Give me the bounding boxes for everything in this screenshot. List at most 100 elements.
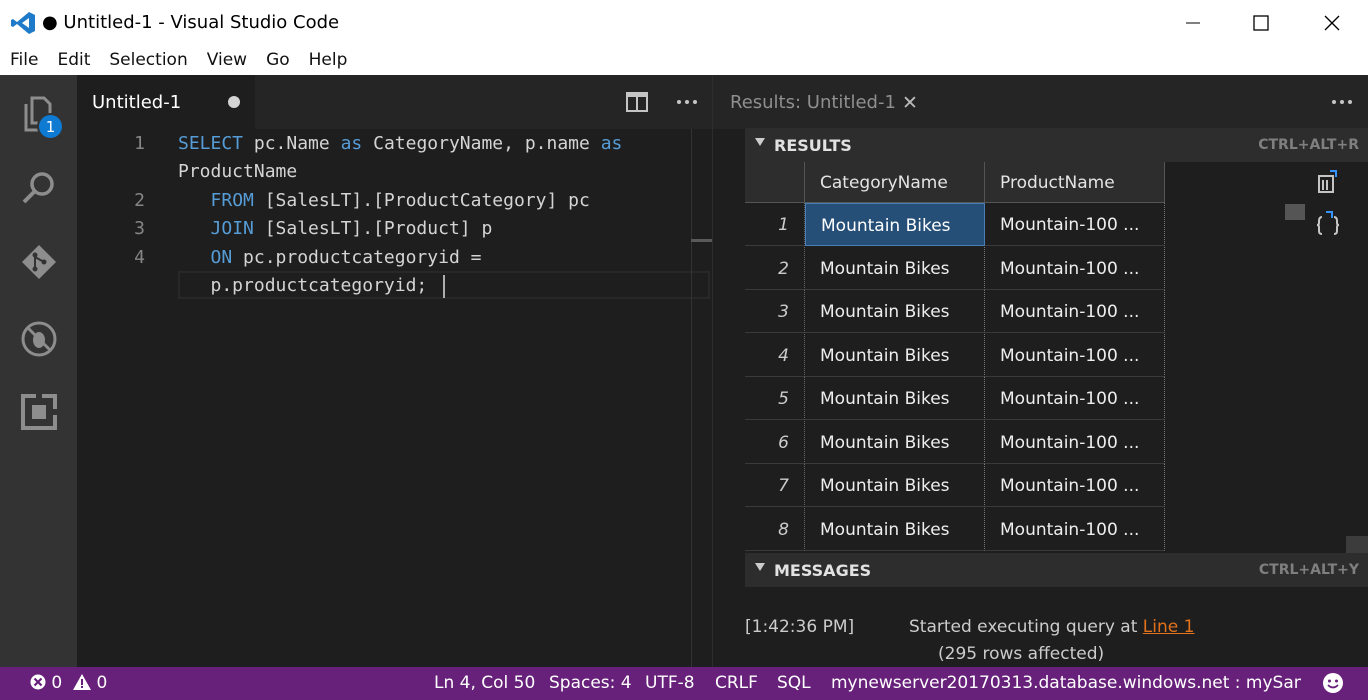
line-number: 2 xyxy=(134,190,145,211)
row-number-header xyxy=(745,162,805,203)
cell-productname[interactable]: Mountain-100 ... xyxy=(985,421,1165,464)
maximize-button[interactable] xyxy=(1226,0,1296,45)
line-number: 3 xyxy=(134,218,145,239)
column-header-categoryname[interactable]: CategoryName xyxy=(805,162,985,203)
warning-icon xyxy=(73,674,92,690)
close-icon xyxy=(1324,15,1340,30)
messages-section-header[interactable]: MESSAGES CTRL+ALT+Y xyxy=(745,553,1368,587)
row-number[interactable]: 5 xyxy=(745,377,805,420)
code-line: ON pc.productcategoryid = xyxy=(210,247,482,268)
cell-productname[interactable]: Mountain-100 ... xyxy=(985,290,1165,333)
save-as-json-icon[interactable] xyxy=(1316,211,1340,235)
cell-categoryname[interactable]: Mountain Bikes xyxy=(805,290,985,333)
debug-icon[interactable] xyxy=(20,320,58,358)
menu-help[interactable]: Help xyxy=(309,50,348,70)
close-window-button[interactable] xyxy=(1297,0,1367,45)
encoding-setting[interactable]: UTF-8 xyxy=(645,673,695,693)
activity-bar: 1 xyxy=(0,75,77,667)
grid-selection-indicator xyxy=(1285,204,1305,220)
results-grid[interactable]: CategoryName ProductName 1 Mountain Bikes… xyxy=(745,162,1165,553)
minimize-button[interactable] xyxy=(1158,0,1228,45)
cell-productname[interactable]: Mountain-100 ... xyxy=(985,377,1165,420)
cell-categoryname[interactable]: Mountain Bikes xyxy=(805,377,985,420)
indentation-setting[interactable]: Spaces: 4 xyxy=(549,673,632,693)
code-line: p.productcategoryid; xyxy=(178,275,428,296)
code-line: FROM [SalesLT].[ProductCategory] pc xyxy=(210,190,590,211)
cell-productname[interactable]: Mountain-100 ... xyxy=(985,203,1165,246)
messages-shortcut: CTRL+ALT+Y xyxy=(1258,562,1359,578)
save-as-csv-icon[interactable] xyxy=(1316,170,1338,194)
row-number[interactable]: 2 xyxy=(745,247,805,290)
message-text: Started executing query at Line 1 xyxy=(909,617,1194,637)
menu-file[interactable]: File xyxy=(10,50,38,70)
cell-categoryname[interactable]: Mountain Bikes xyxy=(805,508,985,551)
window-title: ● Untitled-1 - Visual Studio Code xyxy=(42,12,340,33)
column-header-productname[interactable]: ProductName xyxy=(985,162,1165,203)
more-actions-icon[interactable] xyxy=(1330,92,1354,112)
collapse-caret-icon xyxy=(755,563,765,571)
cell-categoryname[interactable]: Mountain Bikes xyxy=(805,464,985,507)
more-actions-icon[interactable] xyxy=(675,92,699,112)
cell-productname[interactable]: Mountain-100 ... xyxy=(985,508,1165,551)
cursor-position[interactable]: Ln 4, Col 50 xyxy=(434,673,535,693)
cell-productname[interactable]: Mountain-100 ... xyxy=(985,334,1165,377)
extensions-icon[interactable] xyxy=(20,393,58,431)
split-editor-icon[interactable] xyxy=(626,92,648,112)
message-body: Started executing query at xyxy=(909,617,1143,637)
maximize-icon xyxy=(1253,14,1269,31)
close-tab-icon[interactable]: ✕ xyxy=(902,92,918,114)
menu-view[interactable]: View xyxy=(207,50,247,70)
connection-status[interactable]: mynewserver20170313.database.windows.net… xyxy=(831,673,1301,693)
code-line: SELECT pc.Name as CategoryName, p.name a… xyxy=(178,133,623,154)
row-number[interactable]: 4 xyxy=(745,334,805,377)
row-number[interactable]: 1 xyxy=(745,203,805,246)
editor-tab[interactable]: Untitled-1 xyxy=(77,75,255,129)
results-tab-bar: Results: Untitled-1 ✕ xyxy=(713,75,1368,129)
text-cursor xyxy=(443,275,445,298)
cell-categoryname[interactable]: Mountain Bikes xyxy=(805,247,985,290)
line-number: 1 xyxy=(134,133,145,154)
rows-affected: (295 rows affected) xyxy=(938,644,1105,664)
error-icon xyxy=(30,674,46,690)
line-link[interactable]: Line 1 xyxy=(1143,617,1195,637)
results-tab[interactable]: Results: Untitled-1 xyxy=(730,92,896,113)
results-section-header[interactable]: RESULTS CTRL+ALT+R xyxy=(745,128,1368,162)
language-mode[interactable]: SQL xyxy=(777,673,811,693)
messages-section-title: MESSAGES xyxy=(774,561,872,580)
row-number[interactable]: 6 xyxy=(745,421,805,464)
eol-setting[interactable]: CRLF xyxy=(715,673,758,693)
row-number[interactable]: 8 xyxy=(745,508,805,551)
code-line: JOIN [SalesLT].[Product] p xyxy=(210,218,493,239)
line-number: 4 xyxy=(134,247,145,268)
cell-categoryname[interactable]: Mountain Bikes xyxy=(805,334,985,377)
feedback-smiley-icon[interactable] xyxy=(1322,672,1344,694)
row-number[interactable]: 3 xyxy=(745,290,805,333)
menu-selection[interactable]: Selection xyxy=(109,50,187,70)
results-scrollbar[interactable] xyxy=(1346,536,1368,553)
problems-indicator[interactable]: 0 0 xyxy=(30,673,107,693)
editor-scrollbar[interactable] xyxy=(691,129,712,667)
menu-go[interactable]: Go xyxy=(266,50,290,70)
cell-productname[interactable]: Mountain-100 ... xyxy=(985,464,1165,507)
cell-productname[interactable]: Mountain-100 ... xyxy=(985,247,1165,290)
unsaved-dot-icon[interactable] xyxy=(228,96,240,108)
code-editor[interactable]: 1 2 3 4 SELECT pc.Name as CategoryName, … xyxy=(77,129,712,667)
collapse-caret-icon xyxy=(755,138,765,146)
code-line: ProductName xyxy=(178,161,298,182)
editor-scroll-marker xyxy=(691,239,712,242)
source-control-icon[interactable] xyxy=(20,243,58,281)
vscode-logo-icon xyxy=(11,12,35,34)
menu-bar: File Edit Selection View Go Help xyxy=(0,45,1368,75)
search-icon[interactable] xyxy=(20,169,58,207)
warning-count: 0 xyxy=(96,673,108,693)
editor-tab-bar: Untitled-1 xyxy=(77,75,712,129)
results-section-title: RESULTS xyxy=(774,136,852,155)
message-timestamp: [1:42:36 PM] xyxy=(745,617,855,637)
row-number[interactable]: 7 xyxy=(745,464,805,507)
status-bar: 0 0 Ln 4, Col 50 Spaces: 4 UTF-8 CRLF SQ… xyxy=(0,667,1368,700)
menu-edit[interactable]: Edit xyxy=(57,50,90,70)
title-bar: ● Untitled-1 - Visual Studio Code xyxy=(0,0,1368,45)
cell-categoryname[interactable]: Mountain Bikes xyxy=(805,203,985,246)
error-count: 0 xyxy=(51,673,63,693)
cell-categoryname[interactable]: Mountain Bikes xyxy=(805,421,985,464)
